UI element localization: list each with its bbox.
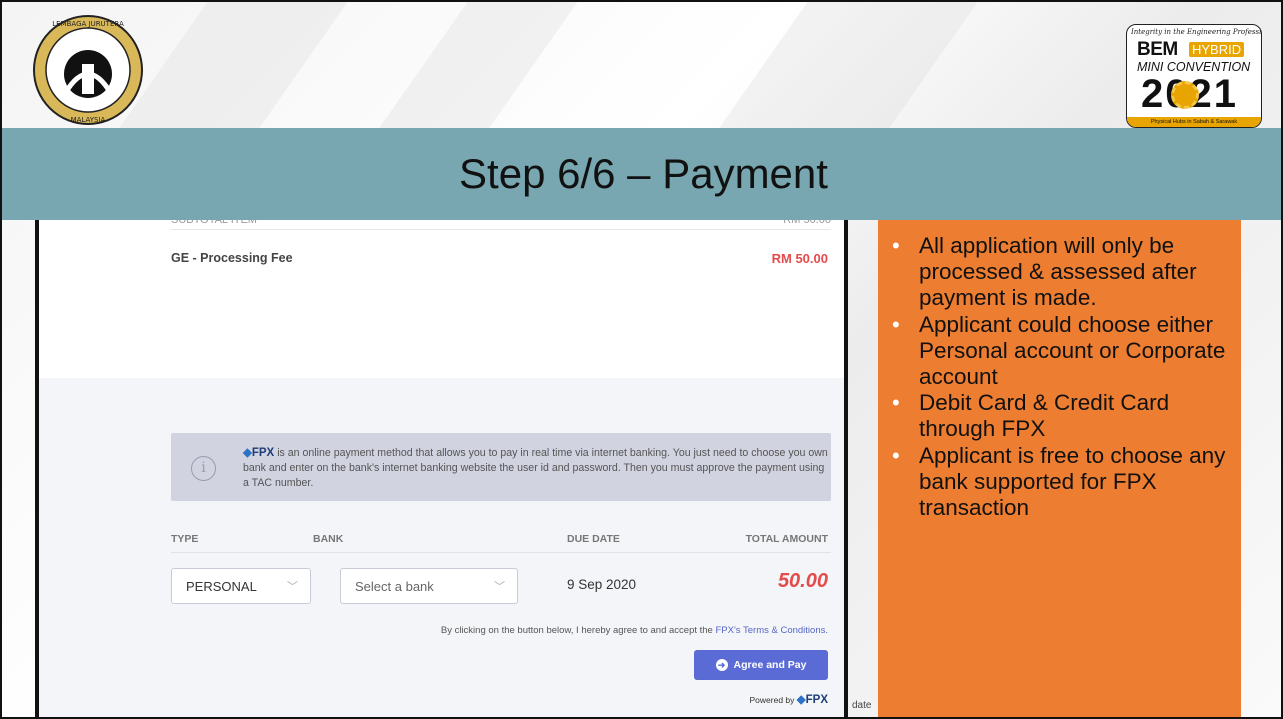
powered-fpx-logo: FPX — [805, 694, 828, 706]
arrow-right-icon: ➜ — [715, 659, 728, 671]
fee-label: GE - Processing Fee — [171, 251, 293, 265]
bullet-icon: • — [892, 233, 900, 258]
subtotal-value: RM 50.00 — [783, 220, 831, 226]
bem-logo: LEMBAGA JURUTERA MALAYSIA — [33, 15, 143, 125]
fpx-diamond-icon: ◆ — [243, 447, 252, 459]
note-item: • All application will only be processed … — [878, 233, 1241, 312]
fee-amount: RM 50.00 — [771, 251, 828, 266]
bullet-icon: • — [892, 390, 900, 416]
title-bar: Step 6/6 – Payment — [2, 128, 1281, 220]
subtotal-label: SUBTOTAL ITEM — [171, 220, 257, 226]
background-stripe — [716, 2, 978, 132]
note-item: • Applicant could choose either Personal … — [878, 312, 1241, 391]
note-text: Debit Card & Credit Card through FPX — [919, 390, 1170, 442]
account-type-select[interactable]: PERSONAL ﹀ — [171, 568, 311, 604]
background-stripe — [376, 2, 578, 132]
logo-hybrid: HYBRID — [1189, 42, 1245, 57]
total-amount: 50.00 — [777, 570, 828, 592]
divider — [171, 229, 831, 230]
note-item: • Debit Card & Credit Card through FPX — [878, 390, 1241, 442]
chevron-down-icon: ﹀ — [287, 581, 298, 593]
notes-callout: • All application will only be processed … — [878, 220, 1241, 717]
logo-strip: Physical Hubs in Sabah & Sarawak — [1127, 117, 1261, 127]
powered-by-fpx: Powered by ◆FPX — [750, 692, 829, 706]
convention-logo: Integrity in the Engineering Profession … — [1126, 24, 1262, 128]
column-header-total: TOTAL AMOUNT — [745, 533, 828, 545]
payment-screenshot: SUBTOTAL ITEM RM 50.00 GE - Processing F… — [35, 220, 848, 717]
notes-list: • All application will only be processed … — [878, 220, 1241, 521]
fpx-logo: ◆FPX — [243, 447, 274, 459]
fpx-description: is an online payment method that allows … — [243, 447, 828, 489]
logo-lettering: LEMBAGA JURUTERA — [52, 20, 124, 28]
chevron-down-icon: ﹀ — [494, 581, 505, 593]
terms-agreement: By clicking on the button below, I hereb… — [441, 625, 828, 636]
logo-bem: BEM — [1137, 39, 1178, 60]
note-text: All application will only be processed &… — [919, 233, 1197, 311]
info-icon: i — [191, 456, 216, 481]
due-date: 9 Sep 2020 — [567, 577, 637, 592]
column-header-bank: BANK — [313, 533, 344, 545]
note-item: • Applicant is free to choose any bank su… — [878, 443, 1241, 522]
column-header-type: TYPE — [171, 533, 199, 545]
slide: LEMBAGA JURUTERA MALAYSIA Integrity in t… — [0, 0, 1283, 719]
logo-tagline: Integrity in the Engineering Profession — [1131, 28, 1262, 36]
terms-text: By clicking on the button below, I hereb… — [440, 625, 713, 636]
divider — [171, 552, 831, 553]
bank-select[interactable]: Select a bank ﹀ — [340, 568, 518, 604]
powered-by-text: Powered by — [749, 695, 795, 705]
subtotal-row: SUBTOTAL ITEM RM 50.00 — [171, 220, 831, 228]
background-stripe — [116, 2, 348, 132]
bullet-icon: • — [892, 442, 900, 468]
terms-link[interactable]: FPX's Terms & Conditions. — [715, 625, 828, 636]
order-summary: SUBTOTAL ITEM RM 50.00 GE - Processing F… — [39, 220, 844, 378]
account-type-value: PERSONAL — [186, 578, 257, 594]
note-text: Applicant could choose either Personal a… — [919, 311, 1226, 390]
fpx-info-box: i ◆FPX is an online payment method that … — [171, 433, 831, 501]
page-title: Step 6/6 – Payment — [459, 150, 828, 197]
fpx-diamond-icon: ◆ — [796, 694, 806, 706]
gear-icon — [1171, 81, 1199, 109]
bullet-icon: • — [892, 311, 900, 337]
payment-panel: i ◆FPX is an online payment method that … — [39, 378, 844, 717]
column-header-due-date: DUE DATE — [567, 533, 620, 545]
logo-lettering: MALAYSIA — [71, 116, 106, 124]
agree-and-pay-button[interactable]: ➜ Agree and Pay — [694, 650, 828, 680]
fpx-logo-text: FPX — [251, 447, 275, 459]
note-text: Applicant is free to choose any bank sup… — [919, 442, 1226, 521]
fpx-info-text: ◆FPX is an online payment method that al… — [243, 446, 828, 491]
agree-and-pay-label: Agree and Pay — [733, 659, 807, 671]
bank-select-placeholder: Select a bank — [355, 578, 434, 594]
date-fragment: date — [852, 700, 872, 711]
